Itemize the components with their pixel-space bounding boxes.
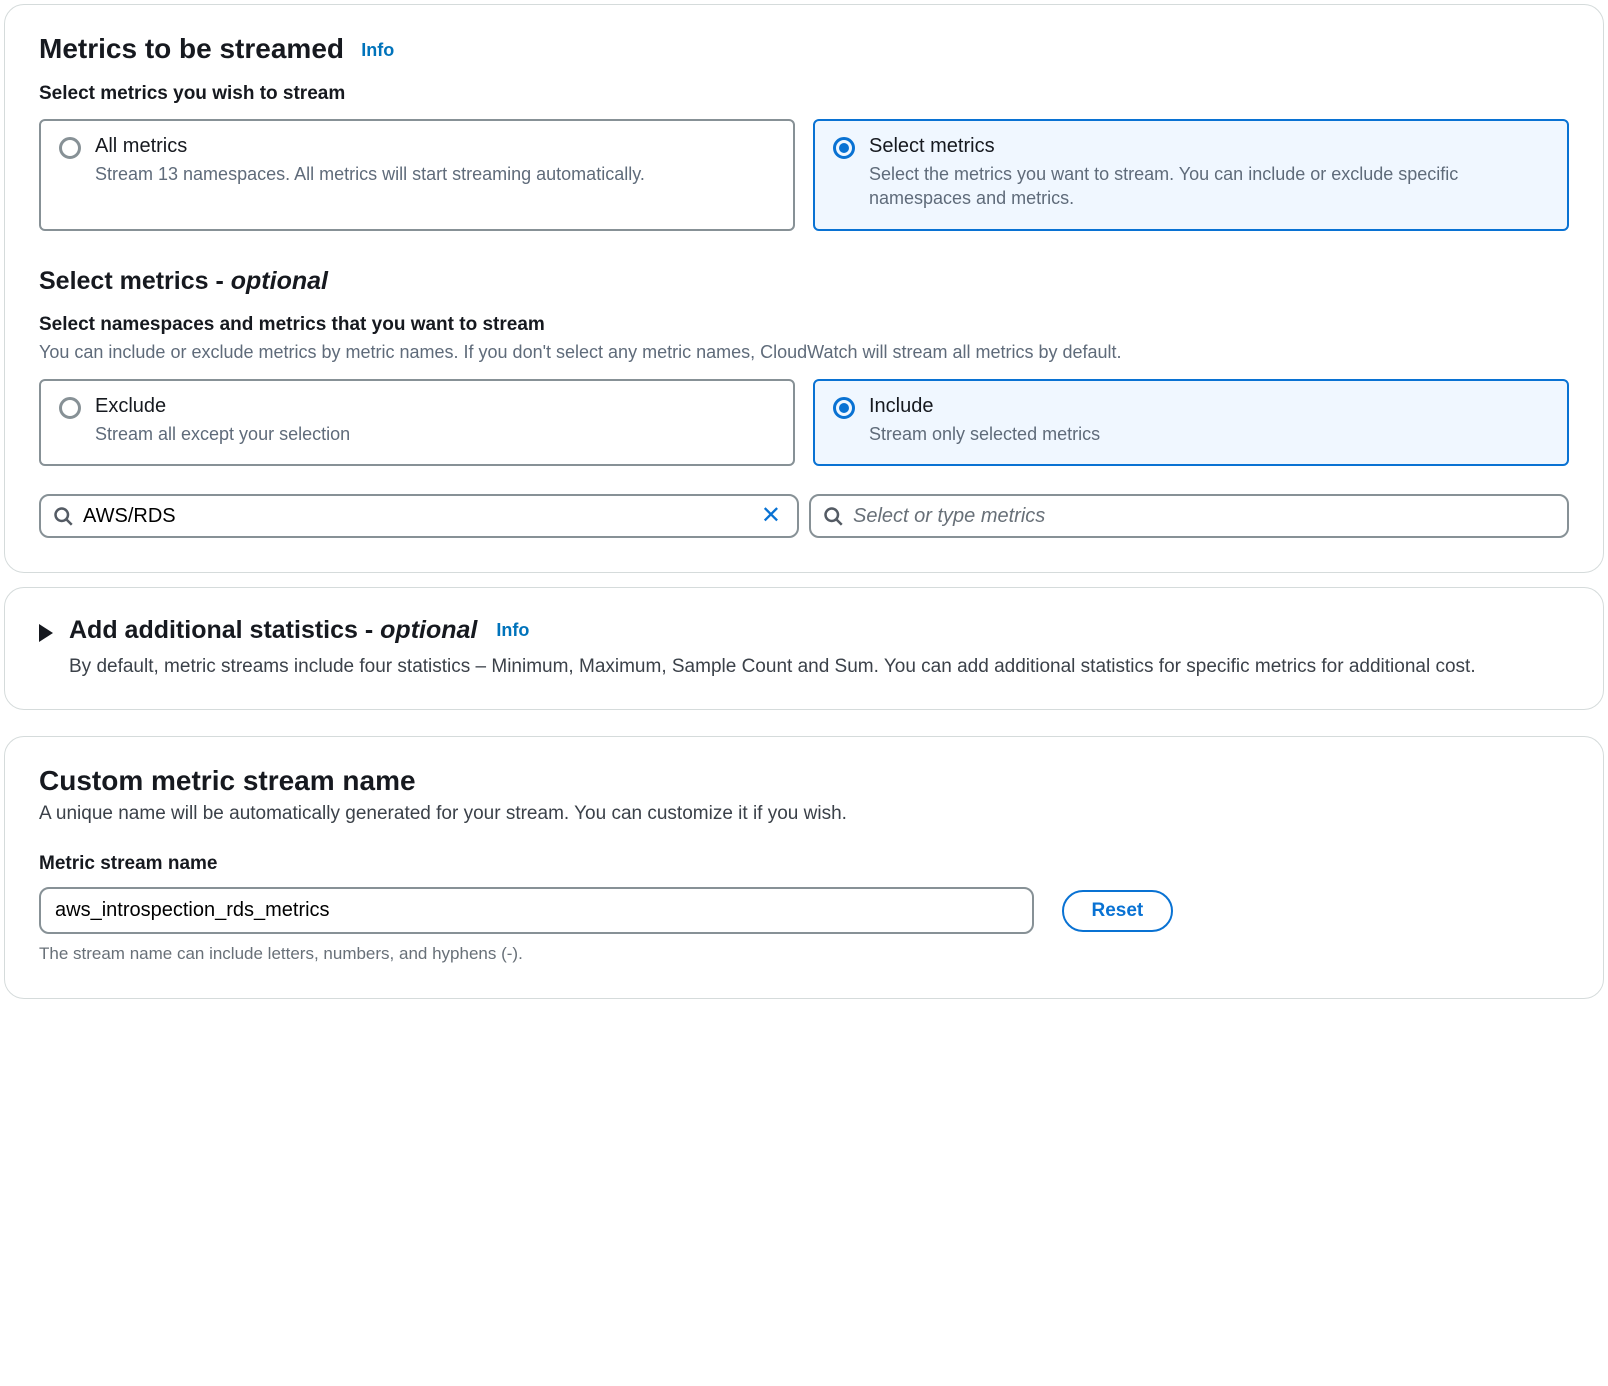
metrics-input[interactable] [853,505,1555,528]
stats-desc: By default, metric streams include four … [69,653,1569,681]
radio-exclude[interactable] [59,397,81,419]
tile-exclude-desc: Stream all except your selection [95,422,350,446]
tile-all-title: All metrics [95,135,645,158]
tile-select-desc: Select the metrics you want to stream. Y… [869,162,1549,211]
metrics-title: Metrics to be streamed [39,33,344,64]
radio-all-metrics[interactable] [59,137,81,159]
search-icon [823,506,843,526]
clear-namespace-icon[interactable]: ✕ [757,504,785,528]
stats-title: Add additional statistics - optional [69,616,484,644]
radio-include[interactable] [833,397,855,419]
namespace-input-wrap[interactable]: ✕ [39,494,799,538]
tile-select-metrics[interactable]: Select metrics Select the metrics you wa… [813,119,1569,231]
search-icon [53,506,73,526]
namespace-input[interactable] [83,505,747,528]
select-metrics-section-title: Select metrics - optional [39,267,1569,296]
namespaces-desc: You can include or exclude metrics by me… [39,340,1569,365]
name-title: Custom metric stream name [39,765,416,796]
stream-name-input[interactable] [39,887,1034,934]
name-desc: A unique name will be automatically gene… [39,801,1569,828]
custom-name-panel: Custom metric stream name A unique name … [4,736,1604,1000]
info-link-stats[interactable]: Info [496,620,529,640]
tile-include-title: Include [869,395,1100,418]
radio-select-metrics[interactable] [833,137,855,159]
tile-all-desc: Stream 13 namespaces. All metrics will s… [95,162,645,186]
additional-statistics-panel: Add additional statistics - optional Inf… [4,587,1604,710]
expand-arrow-icon[interactable] [39,624,53,642]
tile-include-desc: Stream only selected metrics [869,422,1100,446]
tile-select-title: Select metrics [869,135,1549,158]
tile-exclude-title: Exclude [95,395,350,418]
tile-exclude[interactable]: Exclude Stream all except your selection [39,379,795,466]
name-hint: The stream name can include letters, num… [39,944,1569,964]
info-link-metrics[interactable]: Info [361,40,394,60]
tile-all-metrics[interactable]: All metrics Stream 13 namespaces. All me… [39,119,795,231]
metrics-to-stream-panel: Metrics to be streamed Info Select metri… [4,4,1604,573]
reset-button[interactable]: Reset [1062,890,1174,932]
name-label: Metric stream name [39,853,1569,875]
metrics-input-wrap[interactable] [809,494,1569,538]
namespaces-heading: Select namespaces and metrics that you w… [39,314,1569,336]
tile-include[interactable]: Include Stream only selected metrics [813,379,1569,466]
select-metrics-heading: Select metrics you wish to stream [39,83,1569,105]
